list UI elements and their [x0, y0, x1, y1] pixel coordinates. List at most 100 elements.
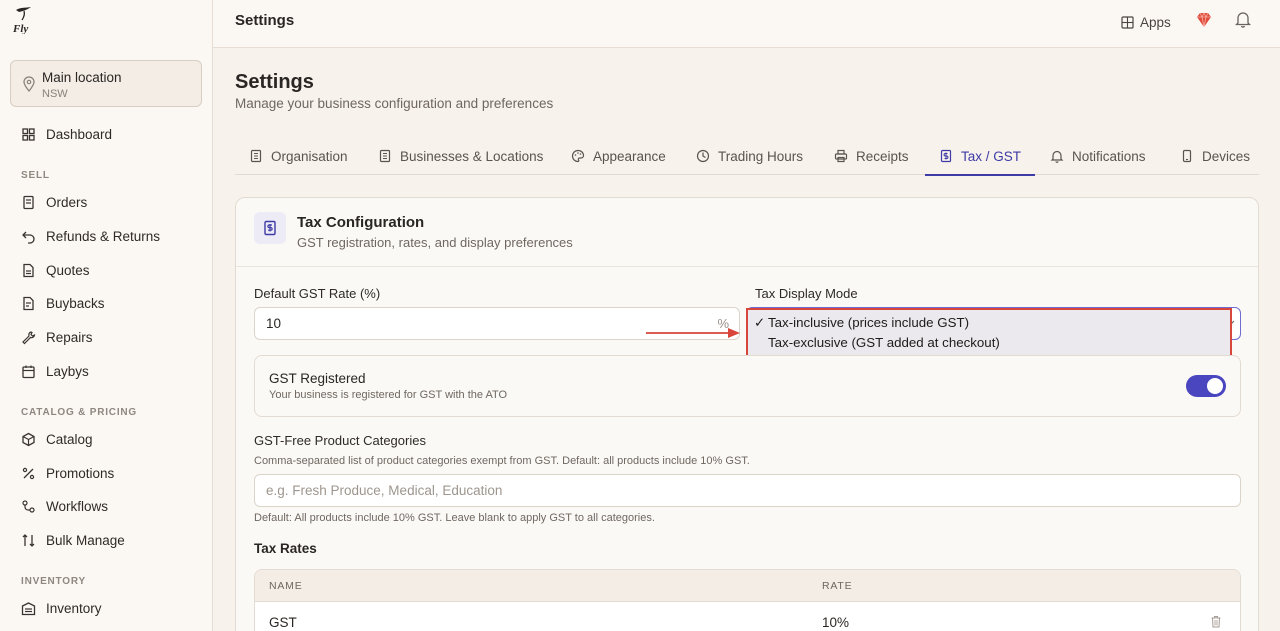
sidebar-item-laybys[interactable]: Laybys	[0, 356, 212, 386]
location-name: Main location	[42, 70, 122, 85]
gst-rate-value: 10	[266, 316, 282, 331]
clock-icon	[696, 149, 710, 163]
palette-icon	[571, 149, 585, 163]
tab-receipts[interactable]: Receipts	[834, 137, 909, 175]
tab-appearance[interactable]: Appearance	[571, 137, 666, 175]
sidebar-item-label: Workflows	[46, 498, 109, 514]
fly-logo-icon[interactable]: Fly	[12, 6, 36, 34]
box-icon	[22, 432, 35, 446]
tax-configuration-card: Tax Configuration GST registration, rate…	[235, 197, 1259, 631]
nav-section-catalog: CATALOG & PRICING	[21, 407, 138, 418]
dashboard-icon	[22, 127, 35, 141]
sidebar-item-dashboard[interactable]: Dashboard	[0, 119, 212, 149]
sidebar-item-catalog[interactable]: Catalog	[0, 424, 212, 454]
tax-rates-table: NAME RATE GST 10%	[254, 569, 1241, 631]
dropdown-option-inclusive[interactable]: ✓ Tax-inclusive (prices include GST)	[754, 315, 969, 330]
tab-label: Organisation	[271, 148, 348, 164]
annotation-arrow-icon	[646, 328, 740, 338]
tab-label: Devices	[1202, 148, 1251, 164]
table-header: NAME RATE	[255, 570, 1240, 602]
topbar-title: Settings	[235, 12, 295, 29]
calendar-icon	[22, 365, 35, 378]
sidebar-item-repairs[interactable]: Repairs	[0, 322, 212, 352]
sidebar-item-workflows[interactable]: Workflows	[0, 491, 212, 521]
card-icon-badge	[254, 212, 286, 244]
card-subtitle: GST registration, rates, and display pre…	[297, 235, 573, 250]
page-title: Settings	[235, 71, 314, 93]
gst-rate-label: Default GST Rate (%)	[254, 286, 381, 301]
grid-icon	[1121, 15, 1134, 29]
location-switcher[interactable]: Main location NSW	[10, 60, 202, 107]
workflow-icon	[22, 499, 35, 513]
toggle-knob	[1207, 378, 1223, 394]
tax-display-mode-dropdown: ✓ Tax-inclusive (prices include GST) Tax…	[746, 308, 1232, 357]
bell-icon[interactable]	[1235, 10, 1251, 28]
gem-icon[interactable]	[1195, 11, 1213, 29]
tab-label: Appearance	[593, 148, 666, 164]
sidebar-item-refunds-returns[interactable]: Refunds & Returns	[0, 221, 212, 251]
nav-section-sell: SELL	[21, 170, 50, 181]
map-pin-icon	[23, 76, 35, 92]
trash-icon[interactable]	[1210, 615, 1222, 628]
orders-icon	[23, 195, 34, 209]
sidebar-item-label: Catalog	[46, 431, 93, 447]
gst-registered-description: Your business is registered for GST with…	[269, 389, 508, 401]
top-bar: Settings Apps	[213, 0, 1280, 48]
bulk-icon	[22, 533, 35, 547]
tab-label: Tax / GST	[961, 148, 1022, 164]
gst-registered-panel: GST Registered Your business is register…	[254, 355, 1241, 417]
sidebar-item-label: Refunds & Returns	[46, 228, 161, 244]
quotes-icon	[23, 263, 34, 277]
card-title: Tax Configuration	[297, 214, 425, 231]
tab-businesses-locations[interactable]: Businesses & Locations	[378, 137, 543, 175]
sidebar-item-orders[interactable]: Orders	[0, 187, 212, 217]
gst-free-categories-input[interactable]: e.g. Fresh Produce, Medical, Education	[254, 474, 1241, 507]
sidebar-item-label: Orders	[46, 194, 88, 210]
sidebar-item-label: Quotes	[46, 262, 90, 278]
sidebar-item-label: Buybacks	[46, 295, 105, 311]
tab-label: Notifications	[1072, 148, 1146, 164]
tab-organisation[interactable]: Organisation	[249, 137, 348, 175]
tax-rate-value: 10%	[822, 615, 850, 630]
apps-button[interactable]: Apps	[1121, 11, 1171, 33]
sidebar-item-inventory[interactable]: Inventory	[0, 593, 212, 623]
tax-rate-name: GST	[269, 615, 297, 630]
tab-devices[interactable]: Devices	[1180, 137, 1250, 175]
option-label: Tax-exclusive (GST added at checkout)	[768, 335, 1000, 350]
location-region: NSW	[42, 88, 68, 100]
sidebar-item-label: Inventory	[46, 600, 102, 616]
sidebar-item-promotions[interactable]: Promotions	[0, 458, 212, 488]
refund-icon	[22, 231, 35, 244]
gst-registered-title: GST Registered	[269, 371, 366, 386]
dropdown-option-exclusive[interactable]: Tax-exclusive (GST added at checkout)	[768, 335, 1000, 350]
bell-icon	[1050, 150, 1064, 163]
gst-free-label: GST-Free Product Categories	[254, 433, 426, 448]
logo-text: Fly	[12, 23, 28, 34]
nav-section-inventory: INVENTORY	[21, 576, 86, 587]
tab-trading-hours[interactable]: Trading Hours	[696, 137, 803, 175]
sidebar: Fly Main location NSW Dashboard SELL Ord…	[0, 0, 213, 631]
sidebar-item-label: Bulk Manage	[46, 532, 125, 548]
sidebar-item-quotes[interactable]: Quotes	[0, 255, 212, 285]
checkmark-icon: ✓	[754, 315, 766, 330]
wrench-icon	[22, 330, 36, 344]
tab-label: Receipts	[856, 148, 909, 164]
tab-notifications[interactable]: Notifications	[1050, 137, 1146, 175]
sidebar-item-label: Laybys	[46, 363, 89, 379]
buybacks-icon	[23, 296, 34, 310]
column-header-rate: RATE	[822, 580, 853, 592]
sidebar-item-label: Repairs	[46, 329, 93, 345]
gst-free-help: Comma-separated list of product categori…	[254, 455, 750, 467]
sidebar-item-buybacks[interactable]: Buybacks	[0, 288, 212, 318]
building-icon	[250, 149, 262, 163]
receipt-dollar-icon	[264, 220, 276, 236]
gst-registered-toggle[interactable]	[1186, 375, 1226, 397]
tab-tax-gst[interactable]: Tax / GST	[924, 137, 1036, 176]
column-header-name: NAME	[269, 580, 303, 592]
percent-icon	[22, 467, 35, 479]
sidebar-item-bulk-manage[interactable]: Bulk Manage	[0, 525, 212, 555]
option-label: Tax-inclusive (prices include GST)	[768, 315, 969, 330]
gst-free-footer: Default: All products include 10% GST. L…	[254, 512, 655, 524]
page-subtitle: Manage your business configuration and p…	[235, 96, 554, 111]
building-icon	[379, 149, 391, 163]
